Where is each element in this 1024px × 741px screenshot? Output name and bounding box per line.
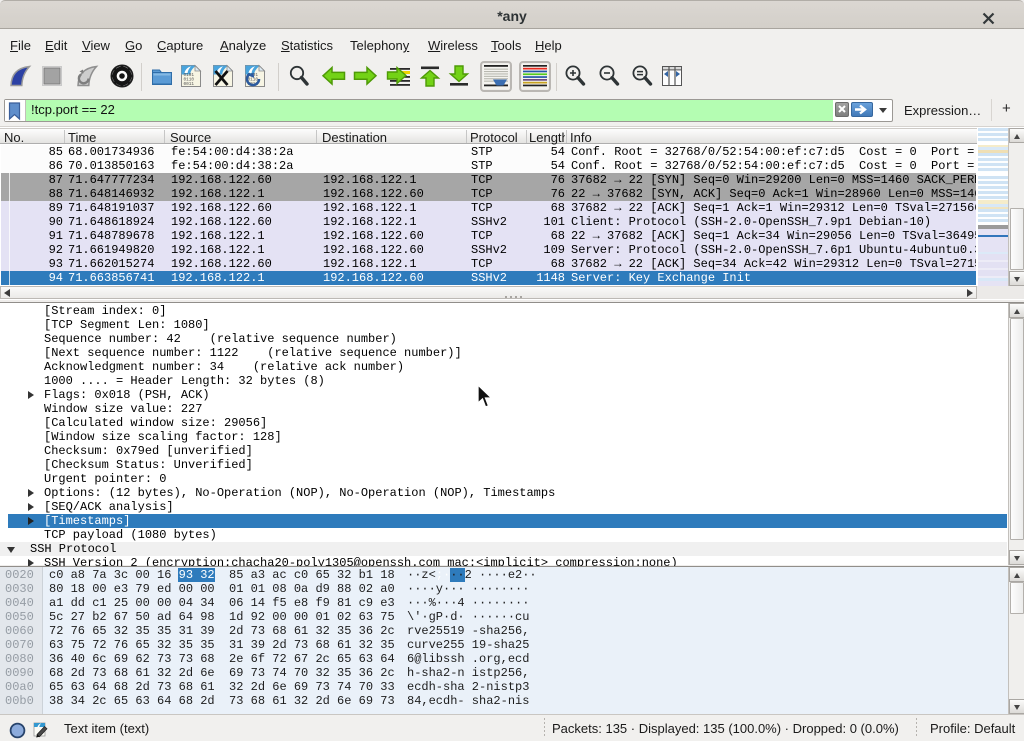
svg-text:0011: 0011: [184, 82, 195, 87]
